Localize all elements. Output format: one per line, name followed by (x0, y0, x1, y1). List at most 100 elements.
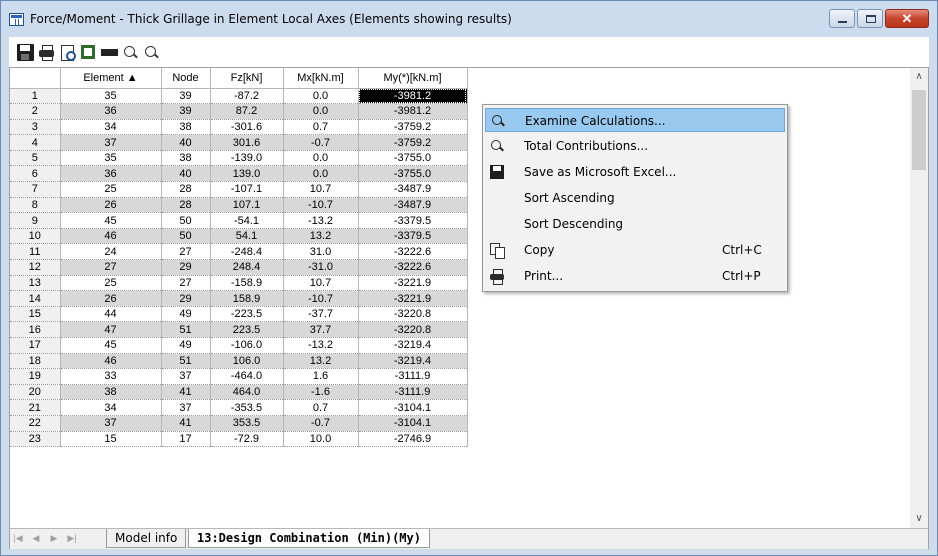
table-cell[interactable]: 28 (161, 197, 211, 214)
table-cell[interactable]: 464.0 (210, 384, 284, 401)
table-cell[interactable]: -54.1 (210, 212, 284, 229)
table-row[interactable]: 12 27 29 248.4 -31.0 -3222.6 (10, 259, 468, 276)
table-cell[interactable]: 248.4 (210, 259, 284, 276)
row-header[interactable]: 2 (10, 103, 61, 120)
table-cell[interactable]: 44 (60, 306, 162, 323)
table-row[interactable]: 10 46 50 54.1 13.2 -3379.5 (10, 228, 468, 245)
table-row[interactable]: 4 37 40 301.6 -0.7 -3759.2 (10, 134, 468, 151)
row-header[interactable]: 23 (10, 431, 61, 448)
table-cell[interactable]: 34 (60, 399, 162, 416)
table-cell[interactable]: 50 (161, 212, 211, 229)
table-cell[interactable]: -3219.4 (358, 337, 468, 354)
table-cell[interactable]: 35 (60, 150, 162, 167)
vertical-scrollbar[interactable]: ∧ ∨ (910, 68, 928, 528)
table-cell[interactable]: -3755.0 (358, 165, 468, 183)
table-cell[interactable]: 36 (60, 165, 162, 183)
table-cell[interactable]: 54.1 (210, 228, 284, 245)
row-header[interactable]: 10 (10, 228, 61, 245)
table-row[interactable]: 11 24 27 -248.4 31.0 -3222.6 (10, 243, 468, 261)
table-row[interactable]: 5 35 38 -139.0 0.0 -3755.0 (10, 150, 468, 167)
table-cell[interactable]: 27 (161, 275, 211, 292)
row-header[interactable]: 13 (10, 275, 61, 292)
table-row[interactable]: 8 26 28 107.1 -10.7 -3487.9 (10, 197, 468, 214)
row-header[interactable]: 17 (10, 337, 61, 354)
table-row[interactable]: 9 45 50 -54.1 -13.2 -3379.5 (10, 212, 468, 229)
table-cell[interactable]: 41 (161, 384, 211, 401)
table-cell[interactable]: 34 (60, 119, 162, 136)
table-cell[interactable]: 37 (161, 368, 211, 385)
table-cell[interactable]: -301.6 (210, 119, 284, 136)
table-cell[interactable]: -3111.9 (358, 368, 468, 385)
table-row[interactable]: 15 44 49 -223.5 -37.7 -3220.8 (10, 306, 468, 323)
table-cell[interactable]: 10.0 (283, 431, 359, 448)
table-cell[interactable]: 29 (161, 290, 211, 307)
table-cell[interactable]: 10.7 (283, 181, 359, 198)
row-header[interactable]: 19 (10, 368, 61, 385)
row-header[interactable]: 7 (10, 181, 61, 198)
print-preview-icon[interactable] (59, 44, 76, 61)
table-cell[interactable]: 353.5 (210, 415, 284, 432)
table-cell[interactable]: 29 (161, 259, 211, 276)
table-row[interactable]: 1 35 39 -87.2 0.0 -3981.2 (10, 88, 468, 105)
table-cell[interactable]: 39 (161, 88, 211, 105)
table-cell[interactable]: 10.7 (283, 275, 359, 292)
table-cell[interactable]: -3220.8 (358, 321, 468, 338)
table-cell[interactable]: 0.7 (283, 119, 359, 136)
table-cell[interactable]: -31.0 (283, 259, 359, 276)
table-cell[interactable]: -106.0 (210, 337, 284, 354)
menu-item-print[interactable]: Print... Ctrl+P (485, 264, 785, 288)
maximize-button[interactable] (857, 9, 883, 28)
row-header[interactable]: 4 (10, 134, 61, 151)
table-cell[interactable]: -0.7 (283, 134, 359, 151)
table-cell[interactable]: 223.5 (210, 321, 284, 338)
row-header[interactable]: 9 (10, 212, 61, 229)
table-cell[interactable]: 87.2 (210, 103, 284, 120)
table-row[interactable]: 17 45 49 -106.0 -13.2 -3219.4 (10, 337, 468, 354)
row-header[interactable]: 16 (10, 321, 61, 338)
table-row[interactable]: 13 25 27 -158.9 10.7 -3221.9 (10, 275, 468, 292)
title-bar[interactable]: Force/Moment - Thick Grillage in Element… (1, 1, 937, 37)
table-row[interactable]: 18 46 51 106.0 13.2 -3219.4 (10, 353, 468, 370)
table-cell[interactable]: -3219.4 (358, 353, 468, 370)
table-cell[interactable]: 39 (161, 103, 211, 120)
table-cell[interactable]: 24 (60, 243, 162, 261)
table-cell[interactable]: 0.0 (283, 88, 359, 105)
table-row[interactable]: 23 15 17 -72.9 10.0 -2746.9 (10, 431, 468, 448)
table-cell[interactable]: 1.6 (283, 368, 359, 385)
row-header[interactable]: 15 (10, 306, 61, 323)
table-cell[interactable]: -464.0 (210, 368, 284, 385)
zoom-out-icon[interactable] (143, 44, 160, 61)
table-cell[interactable]: 25 (60, 181, 162, 198)
ruler-icon[interactable] (101, 44, 118, 61)
table-cell[interactable]: 26 (60, 290, 162, 307)
row-header[interactable]: 8 (10, 197, 61, 214)
table-cell[interactable]: 15 (60, 431, 162, 448)
menu-item-total-contributions[interactable]: Total Contributions... (485, 134, 785, 158)
menu-item-copy[interactable]: Copy Ctrl+C (485, 238, 785, 262)
minimize-button[interactable] (829, 9, 855, 28)
table-cell[interactable]: 50 (161, 228, 211, 245)
table-cell[interactable]: 13.2 (283, 353, 359, 370)
table-cell[interactable]: -3222.6 (358, 243, 468, 261)
row-header[interactable]: 5 (10, 150, 61, 167)
table-cell[interactable]: 49 (161, 306, 211, 323)
table-row[interactable]: 3 34 38 -301.6 0.7 -3759.2 (10, 119, 468, 136)
row-header[interactable]: 3 (10, 119, 61, 136)
table-cell[interactable]: 0.0 (283, 103, 359, 120)
table-cell[interactable]: 25 (60, 275, 162, 292)
table-row[interactable]: 6 36 40 139.0 0.0 -3755.0 (10, 165, 468, 183)
table-cell[interactable]: 40 (161, 165, 211, 183)
table-cell[interactable]: -3104.1 (358, 399, 468, 416)
table-cell[interactable]: -37.7 (283, 306, 359, 323)
row-header[interactable]: 1 (10, 88, 61, 105)
table-row[interactable]: 22 37 41 353.5 -0.7 -3104.1 (10, 415, 468, 432)
table-cell[interactable]: 28 (161, 181, 211, 198)
table-cell[interactable]: 0.7 (283, 399, 359, 416)
column-header-node[interactable]: Node (161, 68, 211, 89)
menu-item-sort-descending[interactable]: Sort Descending (485, 212, 785, 236)
table-cell[interactable]: -3487.9 (358, 197, 468, 214)
table-cell[interactable]: -223.5 (210, 306, 284, 323)
column-header-fz[interactable]: Fz[kN] (210, 68, 284, 89)
first-tab-icon[interactable]: |◀ (13, 532, 23, 545)
table-cell[interactable]: -0.7 (283, 415, 359, 432)
